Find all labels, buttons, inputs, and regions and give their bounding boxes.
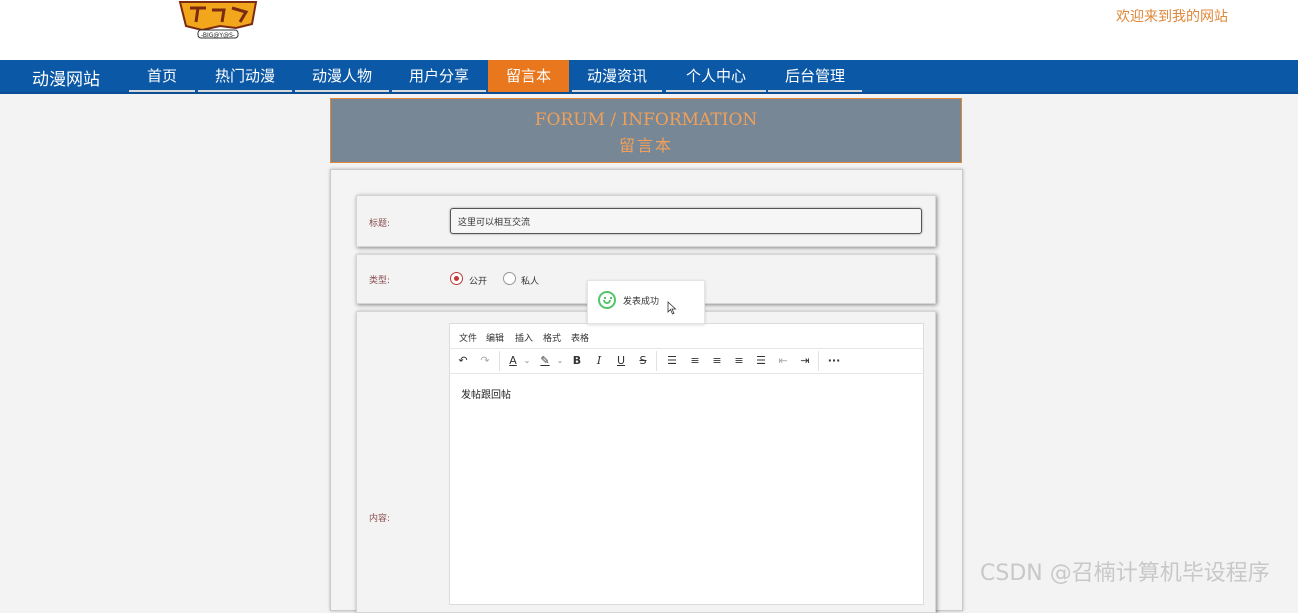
nav-underline [768, 90, 862, 92]
title-input-value: 这里可以相互交流 [458, 218, 531, 228]
editor-content[interactable]: 发帖跟回帖 [461, 386, 511, 401]
main-nav: 动漫网站 首页 热门动漫 动漫人物 用户分享 留言本 动漫资讯 个人中心 后台管… [0, 60, 1298, 94]
toolbar-separator [656, 351, 657, 371]
indent-icon[interactable]: ⇥ [798, 353, 812, 369]
banner-title-en: FORUM / INFORMATION [534, 110, 758, 130]
redo-icon[interactable]: ↷ [478, 353, 492, 369]
font-color-icon[interactable]: A [506, 353, 520, 369]
radio-public[interactable] [450, 272, 463, 285]
line-height-icon[interactable]: ☰ [665, 353, 679, 369]
nav-item-user-share[interactable]: 用户分享 [392, 60, 486, 92]
align-center-icon[interactable]: ≡ [710, 353, 724, 369]
nav-item-admin[interactable]: 后台管理 [768, 60, 862, 92]
radio-private[interactable] [503, 272, 516, 285]
chevron-down-icon[interactable]: ⌄ [522, 353, 532, 369]
site-logo[interactable]: -BIG@Y@S- [176, 0, 260, 40]
more-icon[interactable]: ··· [826, 353, 842, 369]
menu-file[interactable]: 文件 [459, 331, 477, 344]
nav-item-guestbook[interactable]: 留言本 [488, 60, 569, 92]
menu-table[interactable]: 表格 [571, 331, 589, 344]
highlight-icon[interactable]: ✎ [538, 353, 552, 369]
bold-icon[interactable]: B [570, 353, 584, 369]
type-label: 类型: [369, 276, 391, 286]
nav-brand[interactable]: 动漫网站 [32, 65, 100, 90]
content-label: 内容: [369, 514, 391, 524]
nav-underline [392, 90, 486, 92]
watermark-text: CSDN @召楠计算机毕设程序 [980, 561, 1270, 586]
nav-underline [666, 90, 766, 92]
mouse-cursor-icon [667, 301, 677, 315]
radio-private-label[interactable]: 私人 [521, 274, 539, 287]
nav-underline [129, 90, 195, 92]
italic-icon[interactable]: I [592, 353, 606, 369]
nav-item-characters[interactable]: 动漫人物 [295, 60, 389, 92]
chevron-down-icon[interactable]: ⌄ [555, 353, 565, 369]
top-header: -BIG@Y@S- 欢迎来到我的网站 [0, 0, 1298, 60]
title-input[interactable]: 这里可以相互交流 [450, 208, 922, 234]
smile-icon [598, 291, 616, 309]
align-left-icon[interactable]: ≡ [688, 353, 702, 369]
underline-icon[interactable]: U [614, 353, 628, 369]
toast-message: 发表成功 [623, 297, 660, 307]
svg-text:-BIG@Y@S-: -BIG@Y@S- [201, 32, 235, 39]
menu-format[interactable]: 格式 [543, 331, 561, 344]
strikethrough-icon[interactable]: S [636, 353, 650, 369]
title-label: 标题: [369, 219, 391, 229]
toolbar-separator [818, 351, 819, 371]
nav-item-home[interactable]: 首页 [129, 60, 195, 92]
nav-underline [198, 90, 292, 92]
editor-toolbar: ↶ ↷ A ⌄ ✎ ⌄ B I U S ☰ ≡ ≡ ≡ ☰ ⇤ ⇥ ··· [450, 349, 923, 374]
editor-menubar: 文件 编辑 插入 格式 表格 [450, 324, 923, 349]
page-banner: FORUM / INFORMATION 留言本 [330, 98, 962, 163]
banner-title-cn: 留言本 [618, 136, 673, 155]
menu-insert[interactable]: 插入 [515, 331, 533, 344]
nav-item-profile[interactable]: 个人中心 [666, 60, 766, 92]
justify-icon[interactable]: ☰ [754, 353, 768, 369]
toolbar-separator [499, 351, 500, 371]
nav-item-hot-anime[interactable]: 热门动漫 [198, 60, 292, 92]
success-toast: 发表成功 [587, 280, 705, 324]
outdent-icon[interactable]: ⇤ [776, 353, 790, 369]
nav-item-news[interactable]: 动漫资讯 [572, 60, 662, 92]
radio-public-label[interactable]: 公开 [469, 274, 487, 287]
welcome-text: 欢迎来到我的网站 [1116, 9, 1228, 25]
rich-text-editor[interactable]: 文件 编辑 插入 格式 表格 ↶ ↷ A ⌄ ✎ ⌄ B I U S ☰ ≡ ≡… [449, 323, 924, 605]
nav-underline [572, 90, 662, 92]
undo-icon[interactable]: ↶ [456, 353, 470, 369]
menu-edit[interactable]: 编辑 [486, 331, 504, 344]
nav-underline [295, 90, 389, 92]
align-right-icon[interactable]: ≡ [732, 353, 746, 369]
